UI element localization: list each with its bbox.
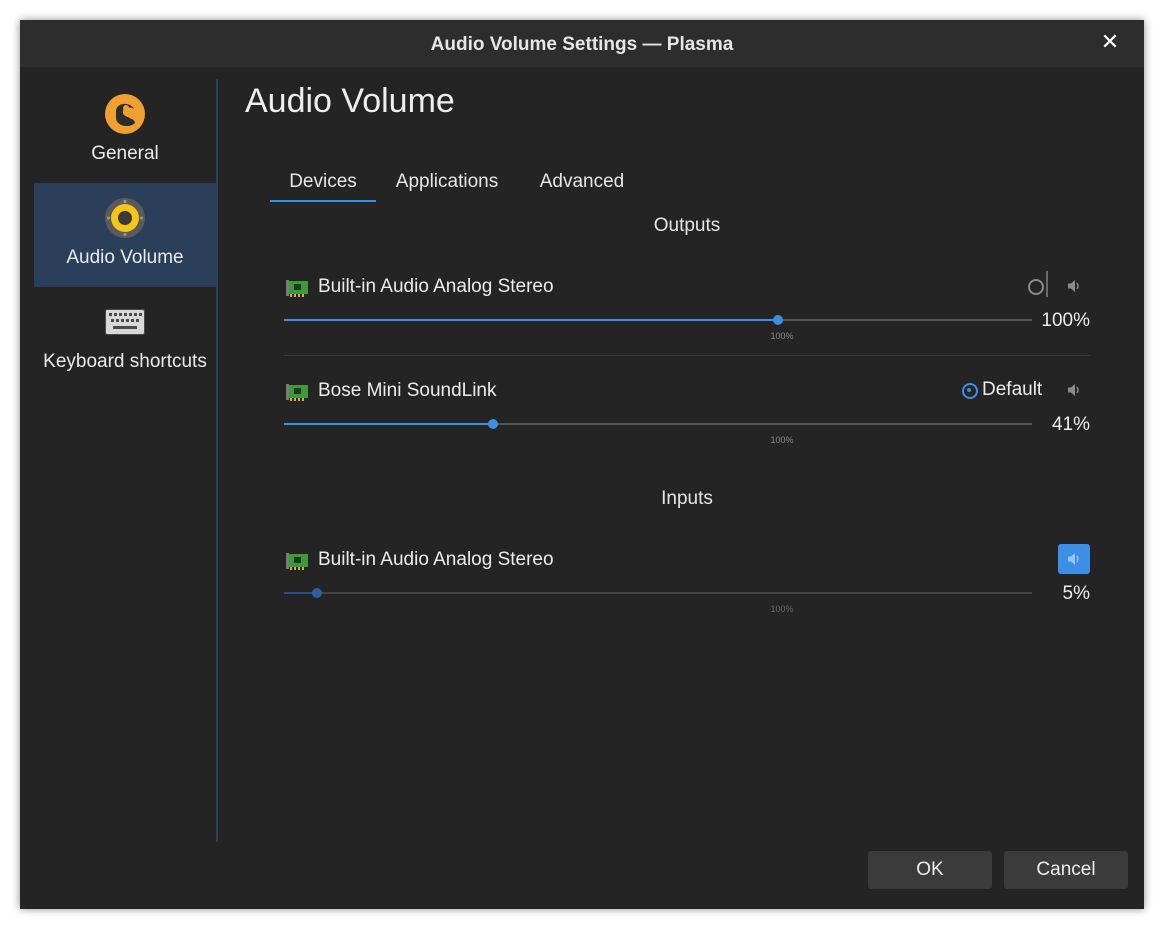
window-title: Audio Volume Settings — Plasma [430, 34, 734, 55]
sound-card-icon [286, 553, 308, 570]
default-device-radio[interactable] [1028, 275, 1048, 299]
sidebar-item-keyboard-shortcuts[interactable]: Keyboard shortcuts [34, 287, 216, 391]
device-name: Bose Mini SoundLink [318, 380, 497, 401]
tab-advanced[interactable]: Advanced [530, 170, 634, 200]
page-title: Audio Volume [245, 82, 455, 120]
volume-percent: 5% [1062, 583, 1090, 604]
output-device-row: Built-in Audio Analog Stereo 100% 100% [284, 269, 1090, 359]
cancel-button[interactable]: Cancel [1004, 851, 1128, 889]
sidebar-item-audio-volume[interactable]: Audio Volume [34, 183, 216, 287]
hundred-percent-mark: 100% [770, 604, 794, 614]
mute-button[interactable] [1058, 271, 1090, 301]
speaker-volume-icon [1068, 553, 1079, 565]
speaker-volume-icon [1068, 280, 1079, 292]
volume-slider[interactable] [284, 586, 1032, 600]
volume-slider[interactable] [284, 313, 1032, 327]
inputs-heading: Inputs [661, 488, 713, 509]
outputs-heading: Outputs [653, 215, 721, 236]
radio-indicator [1028, 279, 1044, 295]
sidebar-item-general[interactable]: General [34, 79, 216, 183]
volume-slider[interactable] [284, 417, 1032, 431]
sidebar-item-label: Keyboard shortcuts [43, 351, 207, 372]
slider-handle[interactable] [311, 588, 322, 598]
close-icon[interactable]: ✕ [1098, 30, 1122, 54]
speaker-volume-icon [1068, 384, 1079, 396]
device-separator [284, 355, 1090, 356]
device-name: Built-in Audio Analog Stereo [318, 549, 554, 570]
sidebar-divider [216, 79, 218, 842]
focus-separator [1046, 271, 1048, 297]
settings-window: Audio Volume Settings — Plasma ✕ General [20, 20, 1144, 909]
input-device-row: Built-in Audio Analog Stereo 100% 5% [284, 542, 1090, 632]
hundred-percent-mark: 100% [770, 331, 794, 341]
slider-track [284, 592, 1032, 594]
sound-card-icon [286, 384, 308, 401]
tab-applications[interactable]: Applications [388, 170, 506, 200]
mute-button[interactable] [1058, 375, 1090, 405]
slider-fill [284, 319, 778, 321]
default-label: Default [982, 379, 1043, 400]
radio-indicator [962, 383, 978, 399]
sidebar-item-label: Audio Volume [66, 247, 184, 268]
keyboard-icon [105, 309, 145, 335]
volume-percent: 41% [1051, 414, 1090, 435]
default-device-radio[interactable]: Default [962, 379, 1048, 403]
slider-fill [284, 423, 494, 425]
hundred-percent-mark: 100% [770, 435, 794, 445]
titlebar[interactable]: Audio Volume Settings — Plasma ✕ [20, 20, 1144, 67]
general-settings-icon [105, 94, 145, 134]
slider-handle[interactable] [772, 315, 783, 325]
sidebar-item-label: General [91, 143, 159, 164]
sidebar: General Audio Volume Keyboard shortcuts [34, 79, 216, 842]
volume-percent: 100% [1041, 310, 1090, 331]
mute-button[interactable] [1058, 544, 1090, 574]
ok-button[interactable]: OK [868, 851, 992, 889]
slider-handle[interactable] [488, 419, 499, 429]
tab-devices[interactable]: Devices [270, 170, 376, 202]
speaker-icon [105, 198, 145, 238]
device-name: Built-in Audio Analog Stereo [318, 276, 554, 297]
output-device-row: Bose Mini SoundLink Default 100% 41% [284, 373, 1090, 463]
sound-card-icon [286, 280, 308, 297]
